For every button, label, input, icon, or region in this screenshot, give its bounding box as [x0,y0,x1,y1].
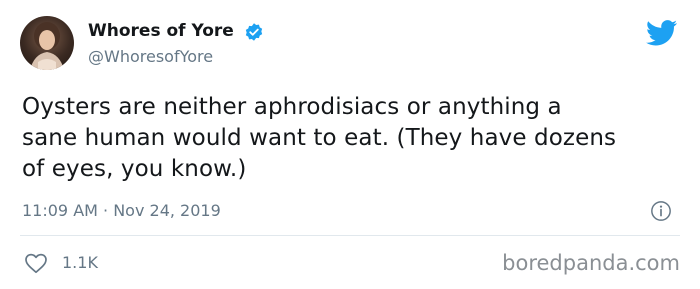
info-icon[interactable] [650,200,672,222]
tweet-text: Oysters are neither aphrodisiacs or anyt… [22,92,682,185]
tweet-text-line: sane human would want to eat. (They have… [22,125,617,151]
heart-icon[interactable] [24,252,48,274]
timestamp[interactable]: 11:09 AM · Nov 24, 2019 [22,200,221,222]
tweet-text-line: Oysters are neither aphrodisiacs or anyt… [22,94,562,120]
display-name[interactable]: Whores of Yore [88,20,234,42]
tweet-text-line: of eyes, you know.) [22,156,247,182]
portrait-avatar-icon [30,22,64,70]
avatar[interactable] [20,16,74,70]
divider [20,235,680,236]
twitter-bird-icon[interactable] [646,20,678,46]
verified-badge-icon [245,23,263,41]
like-count[interactable]: 1.1K [62,252,98,274]
handle[interactable]: @WhoresofYore [88,46,213,68]
watermark: boredpanda.com [502,251,680,275]
